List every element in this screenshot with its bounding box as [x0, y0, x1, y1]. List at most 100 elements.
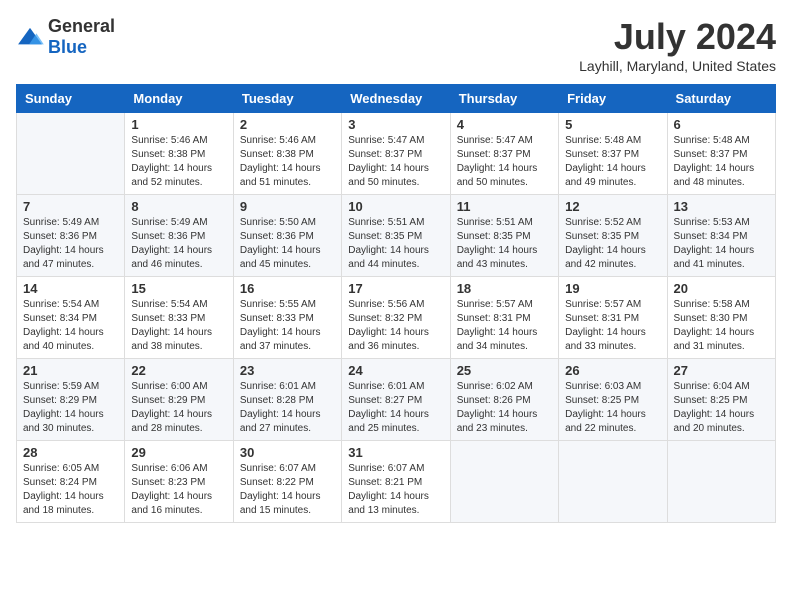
- day-number: 18: [457, 281, 552, 296]
- calendar-day-cell: 23 Sunrise: 6:01 AM Sunset: 8:28 PM Dayli…: [233, 359, 341, 441]
- calendar-day-cell: 19 Sunrise: 5:57 AM Sunset: 8:31 PM Dayli…: [559, 277, 667, 359]
- day-info: Sunrise: 6:02 AM Sunset: 8:26 PM Dayligh…: [457, 380, 552, 436]
- calendar-day-cell: 2Sunrise: 5:46 AM Sunset: 8:38 PM Daylig…: [233, 113, 341, 195]
- calendar-day-cell: 26 Sunrise: 6:03 AM Sunset: 8:25 PM Dayli…: [559, 359, 667, 441]
- calendar-day-cell: [667, 441, 775, 523]
- calendar-day-cell: 14 Sunrise: 5:54 AM Sunset: 8:34 PM Dayli…: [17, 277, 125, 359]
- day-info: Sunrise: 5:51 AM Sunset: 8:35 PM Dayligh…: [457, 216, 552, 272]
- day-info: Sunrise: 5:49 AM Sunset: 8:36 PM Dayligh…: [131, 216, 226, 272]
- day-number: 10: [348, 199, 443, 214]
- day-info: Sunrise: 6:07 AM Sunset: 8:22 PM Dayligh…: [240, 462, 335, 518]
- day-number: 24: [348, 363, 443, 378]
- calendar-day-cell: 7 Sunrise: 5:49 AM Sunset: 8:36 PM Daylig…: [17, 195, 125, 277]
- calendar-day-cell: 10 Sunrise: 5:51 AM Sunset: 8:35 PM Dayli…: [342, 195, 450, 277]
- day-of-week-header: Friday: [559, 85, 667, 113]
- day-info: Sunrise: 5:52 AM Sunset: 8:35 PM Dayligh…: [565, 216, 660, 272]
- day-info: Sunrise: 5:50 AM Sunset: 8:36 PM Dayligh…: [240, 216, 335, 272]
- calendar-day-cell: 24 Sunrise: 6:01 AM Sunset: 8:27 PM Dayli…: [342, 359, 450, 441]
- calendar-week-row: 28 Sunrise: 6:05 AM Sunset: 8:24 PM Dayli…: [17, 441, 776, 523]
- day-of-week-header: Tuesday: [233, 85, 341, 113]
- logo: General Blue: [16, 16, 115, 58]
- day-info: Sunrise: 6:07 AM Sunset: 8:21 PM Dayligh…: [348, 462, 443, 518]
- day-info: Sunrise: 6:06 AM Sunset: 8:23 PM Dayligh…: [131, 462, 226, 518]
- calendar-day-cell: 20 Sunrise: 5:58 AM Sunset: 8:30 PM Dayli…: [667, 277, 775, 359]
- day-number: 17: [348, 281, 443, 296]
- day-number: 19: [565, 281, 660, 296]
- day-info: Sunrise: 6:01 AM Sunset: 8:27 PM Dayligh…: [348, 380, 443, 436]
- day-number: 5: [565, 117, 660, 132]
- logo-blue: Blue: [48, 37, 87, 57]
- calendar-day-cell: 3 Sunrise: 5:47 AM Sunset: 8:37 PM Daylig…: [342, 113, 450, 195]
- day-number: 12: [565, 199, 660, 214]
- day-info: Sunrise: 6:01 AM Sunset: 8:28 PM Dayligh…: [240, 380, 335, 436]
- day-info: Sunrise: 5:48 AM Sunset: 8:37 PM Dayligh…: [565, 134, 660, 190]
- day-number: 1: [131, 117, 226, 132]
- calendar-day-cell: 21Sunrise: 5:59 AM Sunset: 8:29 PM Dayli…: [17, 359, 125, 441]
- day-info: Sunrise: 5:55 AM Sunset: 8:33 PM Dayligh…: [240, 298, 335, 354]
- calendar-day-cell: 30Sunrise: 6:07 AM Sunset: 8:22 PM Dayli…: [233, 441, 341, 523]
- calendar-day-cell: 8Sunrise: 5:49 AM Sunset: 8:36 PM Daylig…: [125, 195, 233, 277]
- page-header: General Blue July 2024 Layhill, Maryland…: [16, 16, 776, 74]
- calendar-day-cell: 15 Sunrise: 5:54 AM Sunset: 8:33 PM Dayli…: [125, 277, 233, 359]
- day-info: Sunrise: 5:47 AM Sunset: 8:37 PM Dayligh…: [457, 134, 552, 190]
- day-info: Sunrise: 5:57 AM Sunset: 8:31 PM Dayligh…: [457, 298, 552, 354]
- day-info: Sunrise: 5:53 AM Sunset: 8:34 PM Dayligh…: [674, 216, 769, 272]
- day-number: 23: [240, 363, 335, 378]
- calendar-week-row: 7 Sunrise: 5:49 AM Sunset: 8:36 PM Daylig…: [17, 195, 776, 277]
- calendar-day-cell: 6Sunrise: 5:48 AM Sunset: 8:37 PM Daylig…: [667, 113, 775, 195]
- title-area: July 2024 Layhill, Maryland, United Stat…: [579, 16, 776, 74]
- calendar-day-cell: 12 Sunrise: 5:52 AM Sunset: 8:35 PM Dayli…: [559, 195, 667, 277]
- day-info: Sunrise: 6:04 AM Sunset: 8:25 PM Dayligh…: [674, 380, 769, 436]
- day-number: 25: [457, 363, 552, 378]
- day-info: Sunrise: 5:46 AM Sunset: 8:38 PM Dayligh…: [131, 134, 226, 190]
- day-info: Sunrise: 5:54 AM Sunset: 8:34 PM Dayligh…: [23, 298, 118, 354]
- month-year-title: July 2024: [579, 16, 776, 58]
- day-of-week-header: Wednesday: [342, 85, 450, 113]
- day-of-week-header: Monday: [125, 85, 233, 113]
- day-info: Sunrise: 6:05 AM Sunset: 8:24 PM Dayligh…: [23, 462, 118, 518]
- calendar-table: SundayMondayTuesdayWednesdayThursdayFrid…: [16, 84, 776, 523]
- calendar-day-cell: 27Sunrise: 6:04 AM Sunset: 8:25 PM Dayli…: [667, 359, 775, 441]
- day-info: Sunrise: 5:56 AM Sunset: 8:32 PM Dayligh…: [348, 298, 443, 354]
- day-number: 20: [674, 281, 769, 296]
- calendar-day-cell: 31 Sunrise: 6:07 AM Sunset: 8:21 PM Dayli…: [342, 441, 450, 523]
- day-info: Sunrise: 5:58 AM Sunset: 8:30 PM Dayligh…: [674, 298, 769, 354]
- calendar-day-cell: 13 Sunrise: 5:53 AM Sunset: 8:34 PM Dayli…: [667, 195, 775, 277]
- day-number: 16: [240, 281, 335, 296]
- calendar-day-cell: 4Sunrise: 5:47 AM Sunset: 8:37 PM Daylig…: [450, 113, 558, 195]
- day-info: Sunrise: 5:57 AM Sunset: 8:31 PM Dayligh…: [565, 298, 660, 354]
- calendar-header-row: SundayMondayTuesdayWednesdayThursdayFrid…: [17, 85, 776, 113]
- day-number: 15: [131, 281, 226, 296]
- calendar-day-cell: [450, 441, 558, 523]
- calendar-week-row: 14 Sunrise: 5:54 AM Sunset: 8:34 PM Dayli…: [17, 277, 776, 359]
- day-number: 11: [457, 199, 552, 214]
- calendar-day-cell: 22 Sunrise: 6:00 AM Sunset: 8:29 PM Dayli…: [125, 359, 233, 441]
- day-number: 7: [23, 199, 118, 214]
- day-info: Sunrise: 5:59 AM Sunset: 8:29 PM Dayligh…: [23, 380, 118, 436]
- day-number: 31: [348, 445, 443, 460]
- day-info: Sunrise: 5:49 AM Sunset: 8:36 PM Dayligh…: [23, 216, 118, 272]
- day-info: Sunrise: 5:46 AM Sunset: 8:38 PM Dayligh…: [240, 134, 335, 190]
- calendar-day-cell: 11 Sunrise: 5:51 AM Sunset: 8:35 PM Dayli…: [450, 195, 558, 277]
- calendar-day-cell: 1 Sunrise: 5:46 AM Sunset: 8:38 PM Daylig…: [125, 113, 233, 195]
- day-info: Sunrise: 5:51 AM Sunset: 8:35 PM Dayligh…: [348, 216, 443, 272]
- day-info: Sunrise: 5:54 AM Sunset: 8:33 PM Dayligh…: [131, 298, 226, 354]
- day-number: 9: [240, 199, 335, 214]
- day-info: Sunrise: 6:00 AM Sunset: 8:29 PM Dayligh…: [131, 380, 226, 436]
- day-number: 28: [23, 445, 118, 460]
- calendar-day-cell: 16 Sunrise: 5:55 AM Sunset: 8:33 PM Dayli…: [233, 277, 341, 359]
- day-of-week-header: Sunday: [17, 85, 125, 113]
- calendar-day-cell: 18 Sunrise: 5:57 AM Sunset: 8:31 PM Dayli…: [450, 277, 558, 359]
- logo-general: General: [48, 16, 115, 36]
- day-number: 14: [23, 281, 118, 296]
- day-info: Sunrise: 6:03 AM Sunset: 8:25 PM Dayligh…: [565, 380, 660, 436]
- day-number: 29: [131, 445, 226, 460]
- calendar-week-row: 21Sunrise: 5:59 AM Sunset: 8:29 PM Dayli…: [17, 359, 776, 441]
- calendar-day-cell: 28 Sunrise: 6:05 AM Sunset: 8:24 PM Dayli…: [17, 441, 125, 523]
- day-number: 26: [565, 363, 660, 378]
- day-number: 13: [674, 199, 769, 214]
- day-number: 3: [348, 117, 443, 132]
- day-info: Sunrise: 5:47 AM Sunset: 8:37 PM Dayligh…: [348, 134, 443, 190]
- day-number: 22: [131, 363, 226, 378]
- day-info: Sunrise: 5:48 AM Sunset: 8:37 PM Dayligh…: [674, 134, 769, 190]
